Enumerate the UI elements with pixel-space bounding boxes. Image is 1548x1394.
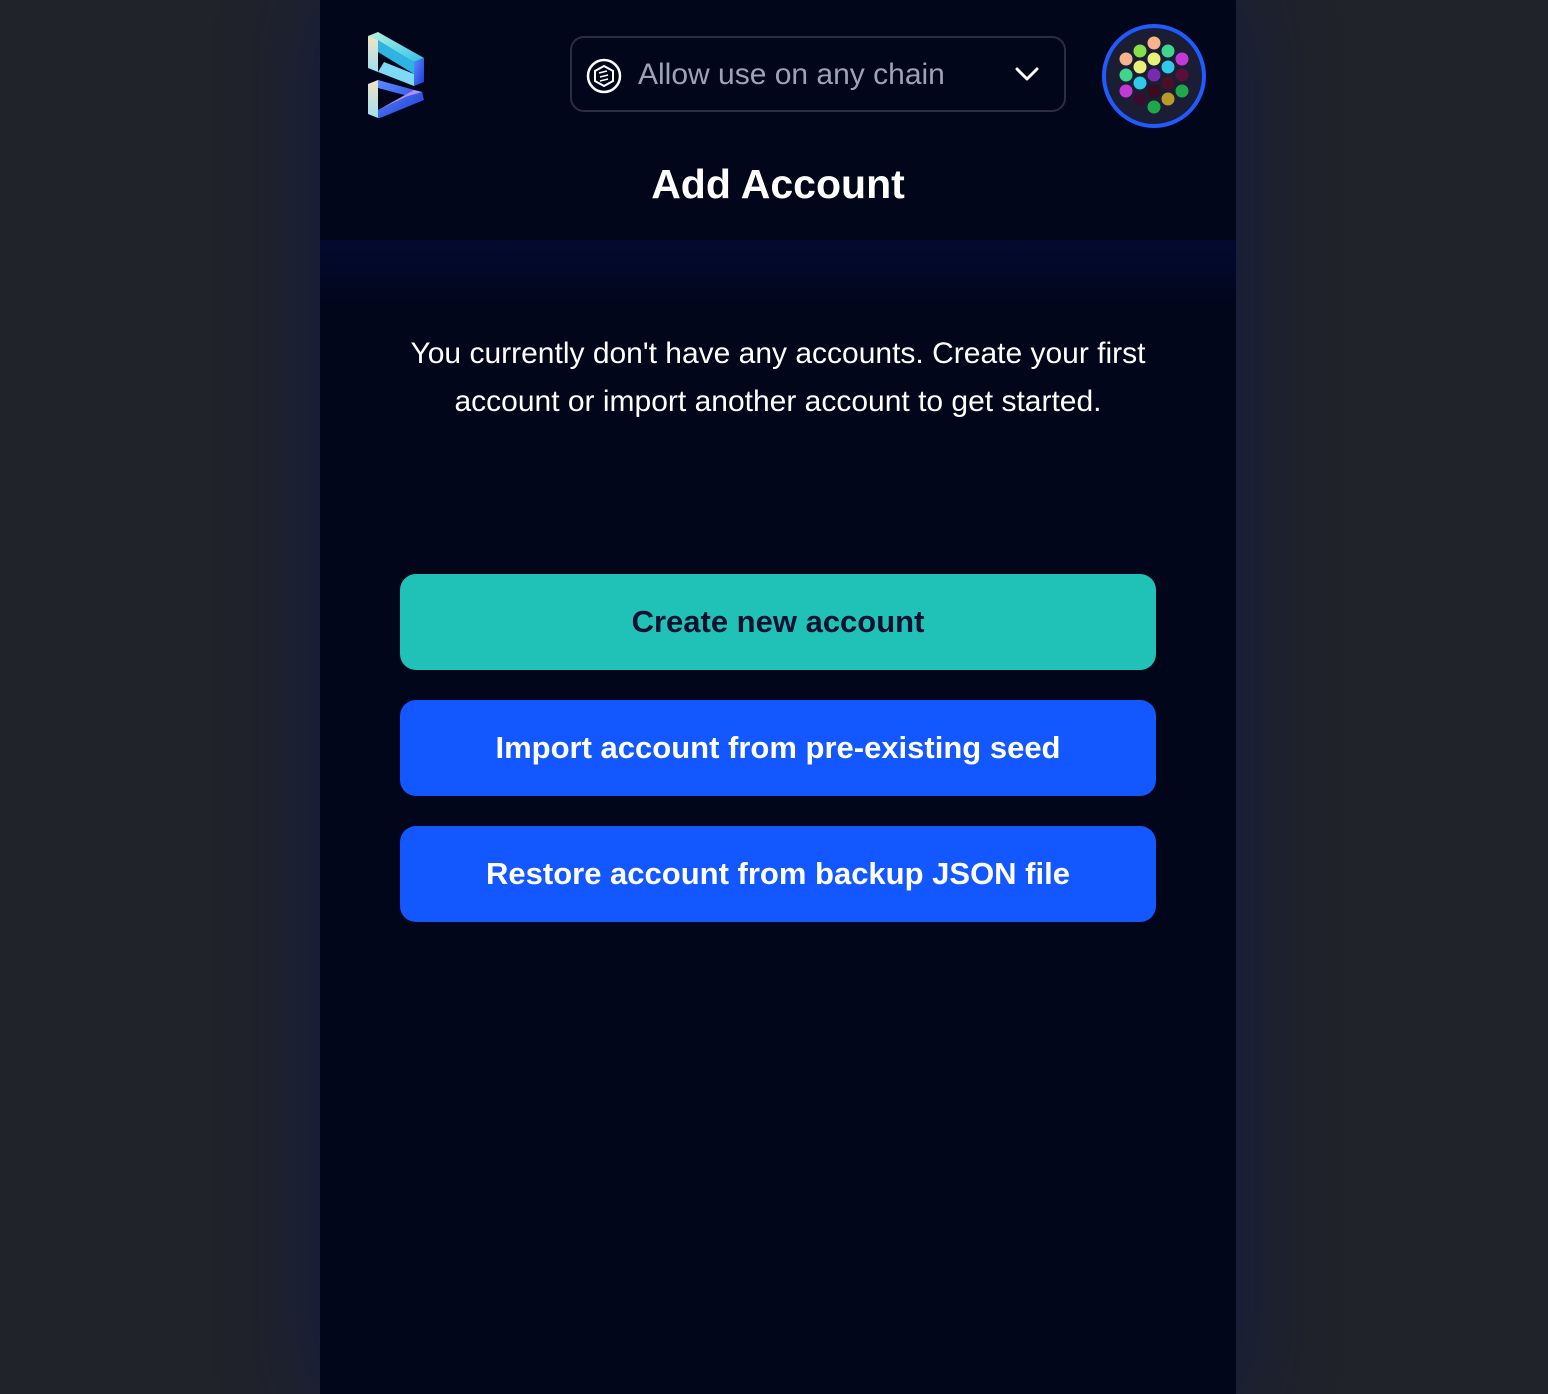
header: Allow use on any chain Add Account xyxy=(320,0,1236,240)
chain-selector-dropdown[interactable]: Allow use on any chain xyxy=(570,36,1066,112)
app-logo-icon xyxy=(368,32,424,118)
chevron-down-icon xyxy=(1015,67,1039,81)
page-title: Add Account xyxy=(651,161,905,207)
create-account-button[interactable]: Create new account xyxy=(400,574,1156,670)
identicon-avatar xyxy=(1119,36,1189,114)
header-divider xyxy=(320,240,1236,310)
account-avatar[interactable] xyxy=(1102,24,1206,128)
chain-selector-label: Allow use on any chain xyxy=(638,58,945,91)
extension-popup: Allow use on any chain Add Account You c… xyxy=(320,0,1236,1394)
restore-json-button[interactable]: Restore account from backup JSON file xyxy=(400,826,1156,922)
import-seed-button[interactable]: Import account from pre-existing seed xyxy=(400,700,1156,796)
chain-network-icon xyxy=(586,58,622,94)
intro-text: You currently don't have any accounts. C… xyxy=(410,337,1146,418)
